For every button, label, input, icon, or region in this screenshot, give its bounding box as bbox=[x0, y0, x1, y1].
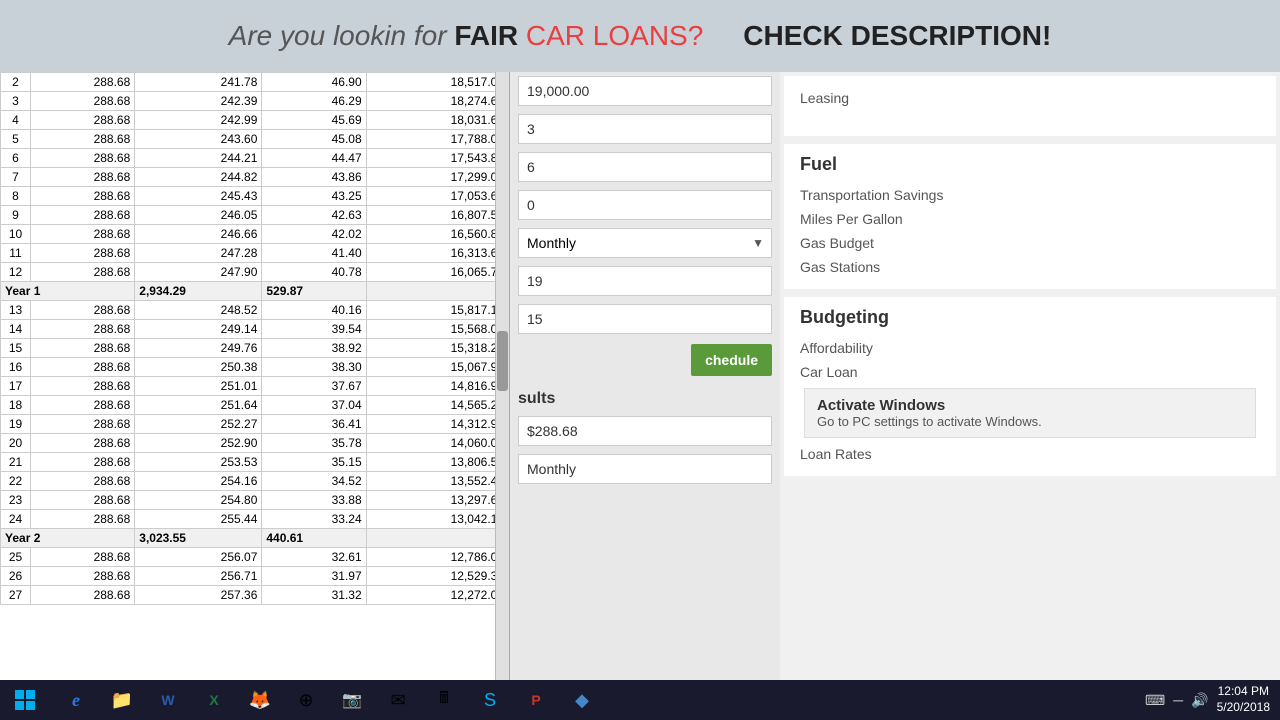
clock-time: 12:04 PM bbox=[1217, 684, 1270, 700]
skype-icon[interactable]: S bbox=[468, 681, 512, 719]
excel-icon[interactable]: X bbox=[192, 681, 236, 719]
table-row: 24288.68255.4433.2413,042.16 bbox=[1, 510, 509, 529]
fuel-section: Fuel Transportation Savings Miles Per Ga… bbox=[784, 144, 1276, 289]
table-row: 22288.68254.1634.5213,552.40 bbox=[1, 472, 509, 491]
camera-icon[interactable]: 📷 bbox=[330, 681, 374, 719]
windows-icon bbox=[14, 689, 36, 711]
table-row: 27288.68257.3631.3212,272.02 bbox=[1, 586, 509, 605]
table-row: 2288.68241.7846.9018,517.04 bbox=[1, 73, 509, 92]
clock-date: 5/20/2018 bbox=[1217, 700, 1270, 716]
table-row: 9288.68246.0542.6316,807.55 bbox=[1, 206, 509, 225]
banner-fair: FAIR bbox=[454, 20, 518, 51]
table-row: 25288.68256.0732.6112,786.09 bbox=[1, 548, 509, 567]
banner-left: Are you lookin for FAIR CAR LOANS? bbox=[229, 20, 704, 52]
leasing-link[interactable]: Leasing bbox=[800, 86, 1260, 110]
gas-budget-link[interactable]: Gas Budget bbox=[800, 231, 1260, 255]
banner-right: CHECK DESCRIPTION! bbox=[743, 20, 1051, 52]
activate-title: Activate Windows bbox=[817, 397, 1243, 414]
banner-car-loans: CAR LOANS? bbox=[518, 20, 703, 51]
banner: Are you lookin for FAIR CAR LOANS? CHECK… bbox=[0, 0, 1280, 72]
start-button[interactable] bbox=[0, 680, 50, 720]
extra-payment-input[interactable] bbox=[518, 190, 772, 220]
keyboard-icon: ⌨ bbox=[1145, 692, 1165, 709]
table-row: 7288.68244.8243.8617,299.03 bbox=[1, 168, 509, 187]
sidebar: Leasing Fuel Transportation Savings Mile… bbox=[780, 72, 1280, 720]
amortization-table: 2288.68241.7846.9018,517.043288.68242.39… bbox=[0, 72, 509, 605]
table-row: 10288.68246.6642.0216,560.89 bbox=[1, 225, 509, 244]
main-content: 2288.68241.7846.9018,517.043288.68242.39… bbox=[0, 72, 1280, 720]
ie-icon[interactable]: e bbox=[54, 681, 98, 719]
table-row: 20288.68252.9035.7814,060.09 bbox=[1, 434, 509, 453]
affordability-link[interactable]: Affordability bbox=[800, 336, 1260, 360]
amortization-table-section: 2288.68241.7846.9018,517.043288.68242.39… bbox=[0, 72, 510, 720]
table-row: 13288.68248.5240.1615,817.19 bbox=[1, 301, 509, 320]
budgeting-title: Budgeting bbox=[800, 307, 1260, 328]
table-row: 21288.68253.5335.1513,806.56 bbox=[1, 453, 509, 472]
monthly-payment-result bbox=[518, 416, 772, 446]
leasing-section: Leasing bbox=[784, 76, 1276, 136]
table-row: 18288.68251.6437.0414,565.26 bbox=[1, 396, 509, 415]
table-row: 16288.68250.3838.3015,067.91 bbox=[1, 358, 509, 377]
payments-per-year-input[interactable] bbox=[518, 152, 772, 182]
activate-windows-overlay: Activate Windows Go to PC settings to ac… bbox=[804, 388, 1256, 438]
frequency-dropdown[interactable]: Monthly Weekly Bi-weekly Quarterly bbox=[518, 228, 772, 258]
table-row: 6288.68244.2144.4717,543.85 bbox=[1, 149, 509, 168]
calculate-schedule-button[interactable]: chedule bbox=[691, 344, 772, 376]
budgeting-section: Budgeting Affordability Car Loan Activat… bbox=[784, 297, 1276, 476]
minimize-icon: ─ bbox=[1173, 692, 1183, 708]
fuel-title: Fuel bbox=[800, 154, 1260, 175]
word-icon[interactable]: W bbox=[146, 681, 190, 719]
chrome-icon[interactable]: ⊕ bbox=[284, 681, 328, 719]
scrollbar-thumb[interactable] bbox=[497, 331, 508, 391]
gas-stations-link[interactable]: Gas Stations bbox=[800, 255, 1260, 279]
payment-frequency-result bbox=[518, 454, 772, 484]
taskbar-clock: 12:04 PM 5/20/2018 bbox=[1217, 684, 1270, 715]
years-input[interactable] bbox=[518, 114, 772, 144]
table-row: 23288.68254.8033.8813,297.60 bbox=[1, 491, 509, 510]
frequency-dropdown-container[interactable]: Monthly Weekly Bi-weekly Quarterly ▼ bbox=[518, 228, 772, 258]
taskbar: e 📁 W X 🦊 ⊕ 📷 ✉ 🖩 S P ◆ ⌨ ─ 🔊 12:04 PM 5… bbox=[0, 680, 1280, 720]
calc-icon[interactable]: 🖩 bbox=[422, 681, 466, 719]
mail-icon[interactable]: ✉ bbox=[376, 681, 420, 719]
table-scrollbar[interactable] bbox=[495, 72, 509, 720]
table-row: 17288.68251.0137.6714,816.90 bbox=[1, 377, 509, 396]
year-summary-row: Year 12,934.29529.87 bbox=[1, 282, 509, 301]
table-row: 14288.68249.1439.5415,568.05 bbox=[1, 320, 509, 339]
speaker-icon: 🔊 bbox=[1191, 692, 1208, 709]
table-row: 8288.68245.4343.2517,053.60 bbox=[1, 187, 509, 206]
table-row: 3288.68242.3946.2918,274.65 bbox=[1, 92, 509, 111]
taskbar-right: ⌨ ─ 🔊 12:04 PM 5/20/2018 bbox=[1145, 684, 1280, 715]
loan-rates-link[interactable]: Loan Rates bbox=[800, 442, 1260, 466]
activate-subtitle: Go to PC settings to activate Windows. bbox=[817, 414, 1243, 429]
blue-app-icon[interactable]: ◆ bbox=[560, 681, 604, 719]
taskbar-icons: e 📁 W X 🦊 ⊕ 📷 ✉ 🖩 S P ◆ bbox=[50, 681, 608, 719]
table-row: 11288.68247.2841.4016,313.61 bbox=[1, 244, 509, 263]
start-period-input[interactable] bbox=[518, 304, 772, 334]
inputs-section: Monthly Weekly Bi-weekly Quarterly ▼ che… bbox=[510, 72, 780, 720]
ppt-icon[interactable]: P bbox=[514, 681, 558, 719]
miles-per-gallon-link[interactable]: Miles Per Gallon bbox=[800, 207, 1260, 231]
annual-rate-input[interactable] bbox=[518, 266, 772, 296]
car-loan-link[interactable]: Car Loan bbox=[800, 360, 1260, 384]
firefox-icon[interactable]: 🦊 bbox=[238, 681, 282, 719]
table-row: 12288.68247.9040.7816,065.71 bbox=[1, 263, 509, 282]
table-row: 5288.68243.6045.0817,788.06 bbox=[1, 130, 509, 149]
folder-icon[interactable]: 📁 bbox=[100, 681, 144, 719]
table-row: 4288.68242.9945.6918,031.66 bbox=[1, 111, 509, 130]
year-summary-row: Year 23,023.55440.61 bbox=[1, 529, 509, 548]
loan-amount-input[interactable] bbox=[518, 76, 772, 106]
table-row: 26288.68256.7131.9712,529.38 bbox=[1, 567, 509, 586]
table-row: 19288.68252.2736.4114,312.99 bbox=[1, 415, 509, 434]
table-row: 15288.68249.7638.9215,318.29 bbox=[1, 339, 509, 358]
results-label: sults bbox=[518, 390, 772, 408]
transportation-savings-link[interactable]: Transportation Savings bbox=[800, 183, 1260, 207]
